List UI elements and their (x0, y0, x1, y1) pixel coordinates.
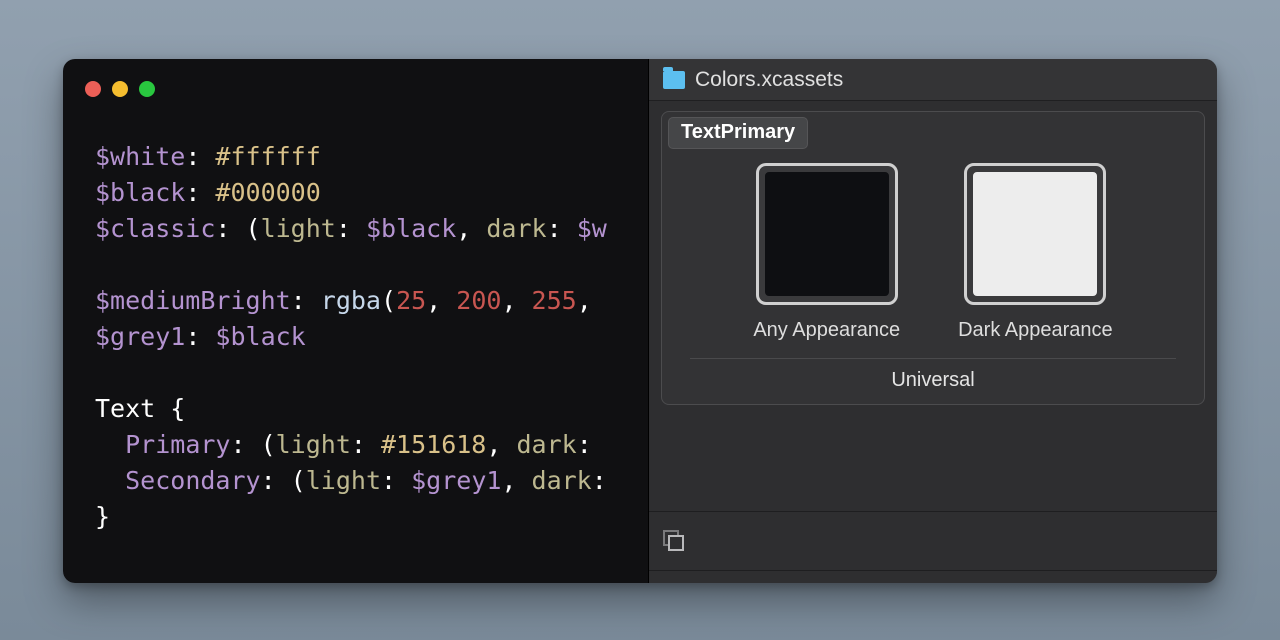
code-var: $black (95, 178, 185, 207)
code-var: $grey1 (95, 322, 185, 351)
catalog-filename: Colors.xcassets (695, 68, 843, 92)
panel-header: Colors.xcassets (649, 59, 1217, 101)
zoom-icon[interactable] (139, 81, 155, 97)
code-hex: #ffffff (215, 142, 320, 171)
panel-gutter (649, 571, 1217, 583)
mask-icon[interactable] (663, 530, 685, 552)
swatch-dark-appearance[interactable]: Dark Appearance (958, 163, 1113, 342)
swatch-well[interactable] (964, 163, 1106, 305)
swatch-color (972, 171, 1098, 297)
code-var: $classic (95, 214, 215, 243)
code-var: $white (95, 142, 185, 171)
swatch-any-appearance[interactable]: Any Appearance (753, 163, 900, 342)
swatch-color (764, 171, 890, 297)
swatch-label: Any Appearance (753, 319, 900, 342)
universal-label: Universal (690, 358, 1176, 392)
swatch-label: Dark Appearance (958, 319, 1113, 342)
panel-toolbar (649, 511, 1217, 571)
app-windows: $white: #ffffff $black: #000000 $classic… (63, 59, 1217, 583)
folder-icon (663, 71, 685, 89)
source-code[interactable]: $white: #ffffff $black: #000000 $classic… (63, 139, 648, 535)
window-controls (63, 81, 648, 139)
code-editor-window: $white: #ffffff $black: #000000 $classic… (63, 59, 648, 583)
asset-catalog-panel: Colors.xcassets TextPrimary Any Appearan… (648, 59, 1217, 583)
swatch-well[interactable] (756, 163, 898, 305)
asset-card: TextPrimary Any Appearance Dark Appearan… (661, 111, 1205, 405)
close-icon[interactable] (85, 81, 101, 97)
swatch-row: Any Appearance Dark Appearance (662, 149, 1204, 342)
code-block-name: Text (95, 394, 155, 423)
code-func: rgba (321, 286, 381, 315)
minimize-icon[interactable] (112, 81, 128, 97)
color-asset-name[interactable]: TextPrimary (668, 117, 808, 149)
code-var: $mediumBright (95, 286, 291, 315)
code-hex: #000000 (215, 178, 320, 207)
